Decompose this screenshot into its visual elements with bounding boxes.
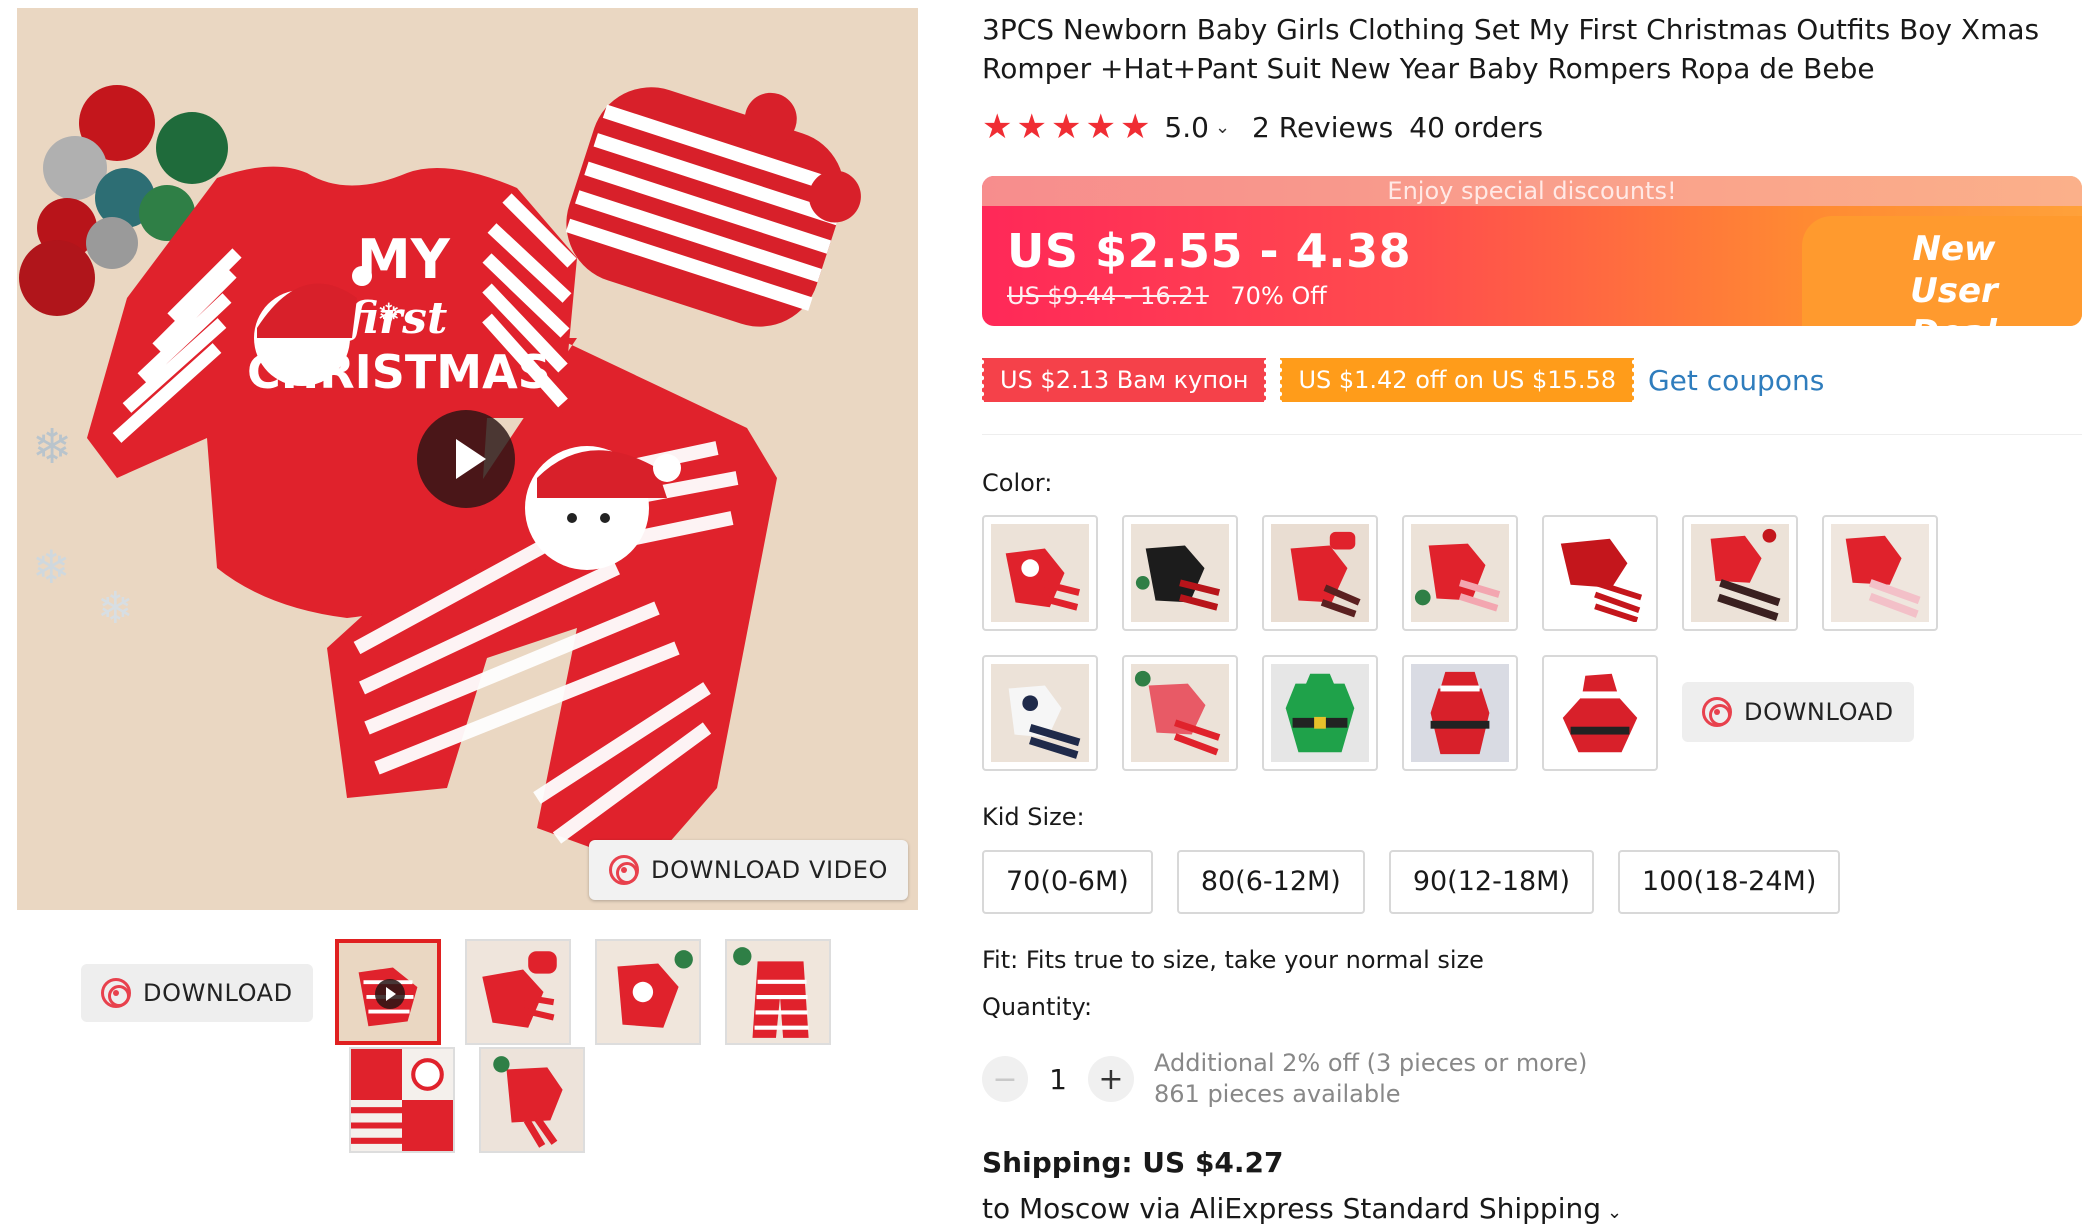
shipping-method[interactable]: to Moscow via AliExpress Standard Shippi… (982, 1192, 1601, 1225)
download-icon (1702, 697, 1732, 727)
thumbnail-1[interactable] (335, 939, 441, 1045)
color-swatch-4[interactable] (1402, 515, 1518, 631)
quantity-label: Quantity: (982, 993, 1093, 1021)
svg-text:❄: ❄ (32, 540, 71, 594)
main-product-image[interactable]: ❄ ❄ ❄ CHRISTMAS MY first ❄ DOWNLOAD VIDE… (17, 8, 918, 910)
size-options: 70(0-6M) 80(6-12M) 90(12-18M) 100(18-24M… (982, 850, 1841, 914)
size-option-4[interactable]: 100(18-24M) (1618, 850, 1841, 914)
price-block: Enjoy special discounts! US $2.55 - 4.38… (982, 176, 2082, 326)
color-swatch-5[interactable] (1542, 515, 1658, 631)
kid-size-label: Kid Size: (982, 803, 1085, 831)
thumbnail-6[interactable] (479, 1047, 585, 1153)
quantity-info: Additional 2% off (3 pieces or more) 861… (1154, 1048, 1587, 1110)
svg-text:❄: ❄ (377, 297, 400, 330)
shipping-destination[interactable]: to Moscow via AliExpress Standard Shippi… (982, 1192, 1622, 1225)
discount-percent: 70% Off (1230, 282, 1327, 310)
quantity-value[interactable]: 1 (1028, 1063, 1088, 1096)
color-swatch-10[interactable] (1262, 655, 1378, 771)
bulk-discount-note: Additional 2% off (3 pieces or more) (1154, 1049, 1588, 1077)
color-swatch-7[interactable] (1822, 515, 1938, 631)
fit-note: Fit: Fits true to size, take your normal… (982, 946, 1484, 974)
chevron-down-icon[interactable]: ⌄ (1607, 1202, 1622, 1223)
get-coupons-link[interactable]: Get coupons (1648, 364, 1824, 397)
coupon-discount[interactable]: US $1.42 off on US $15.58 (1278, 358, 1636, 402)
rating-row: ★ ★ ★ ★ ★ 5.0 ⌄ 2 Reviews 40 orders (982, 110, 1543, 144)
coupon-store[interactable]: US $2.13 Вам купон (979, 358, 1269, 402)
size-option-3[interactable]: 90(12-18M) (1388, 850, 1595, 914)
thumbnail-3[interactable] (595, 939, 701, 1045)
star-icon: ★ (1119, 107, 1151, 147)
play-video-button[interactable] (417, 410, 515, 508)
print-text-my: MY (357, 228, 451, 291)
deal-line-2: Deal (1864, 312, 2044, 326)
quantity-increase-button[interactable]: + (1088, 1056, 1134, 1102)
download-icon (609, 855, 639, 885)
product-title: 3PCS Newborn Baby Girls Clothing Set My … (982, 13, 2040, 85)
download-gallery-label: DOWNLOAD (143, 979, 293, 1007)
orders-count: 40 orders (1409, 110, 1544, 144)
download-video-button[interactable]: DOWNLOAD VIDEO (589, 840, 908, 900)
color-swatch-12[interactable] (1542, 655, 1658, 771)
thumbnail-4[interactable] (725, 939, 831, 1045)
current-price: US $2.55 - 4.38 (1007, 224, 1412, 278)
size-option-1[interactable]: 70(0-6M) (982, 850, 1153, 914)
new-user-deal-badge: New User Deal (1864, 228, 2044, 326)
color-swatch-11[interactable] (1402, 655, 1518, 771)
chevron-down-icon[interactable]: ⌄ (1215, 117, 1230, 138)
reviews-link[interactable]: 2 Reviews (1252, 111, 1393, 144)
coupon-row: US $2.13 Вам купон US $1.42 off on US $1… (979, 358, 1824, 402)
original-price-row: US $9.44 - 16.21 70% Off (1007, 282, 1327, 310)
download-icon (101, 978, 131, 1008)
play-icon (375, 979, 405, 1009)
rating-score[interactable]: 5.0 (1164, 111, 1209, 144)
color-swatch-8[interactable] (982, 655, 1098, 771)
download-images-button[interactable]: DOWNLOAD (1682, 682, 1914, 742)
quantity-decrease-button[interactable]: − (982, 1056, 1028, 1102)
quantity-stepper: − 1 + Additional 2% off (3 pieces or mor… (982, 1048, 1587, 1110)
color-label: Color: (982, 469, 1053, 497)
svg-text:❄: ❄ (32, 419, 72, 475)
thumbnail-2[interactable] (465, 939, 571, 1045)
star-icon: ★ (1050, 107, 1082, 147)
star-icon: ★ (1085, 107, 1116, 147)
star-rating: ★ ★ ★ ★ ★ (982, 110, 1150, 144)
divider (982, 434, 2082, 435)
color-swatch-2[interactable] (1122, 515, 1238, 631)
color-swatch-1[interactable] (982, 515, 1098, 631)
color-swatch-6[interactable] (1682, 515, 1798, 631)
size-option-2[interactable]: 80(6-12M) (1176, 850, 1365, 914)
star-icon: ★ (982, 107, 1013, 147)
svg-text:❄: ❄ (97, 583, 134, 634)
shipping-price: Shipping: US $4.27 (982, 1146, 1284, 1179)
discount-banner: Enjoy special discounts! (982, 176, 2082, 206)
stock-available: 861 pieces available (1154, 1080, 1401, 1108)
deal-line-1: New User (1910, 229, 1998, 311)
thumbnail-5[interactable] (349, 1047, 455, 1153)
original-price: US $9.44 - 16.21 (1007, 282, 1209, 310)
star-icon: ★ (1016, 107, 1047, 147)
color-swatch-3[interactable] (1262, 515, 1378, 631)
download-images-label: DOWNLOAD (1744, 698, 1894, 726)
download-video-label: DOWNLOAD VIDEO (651, 856, 888, 884)
download-gallery-button[interactable]: DOWNLOAD (81, 964, 313, 1022)
color-swatch-9[interactable] (1122, 655, 1238, 771)
